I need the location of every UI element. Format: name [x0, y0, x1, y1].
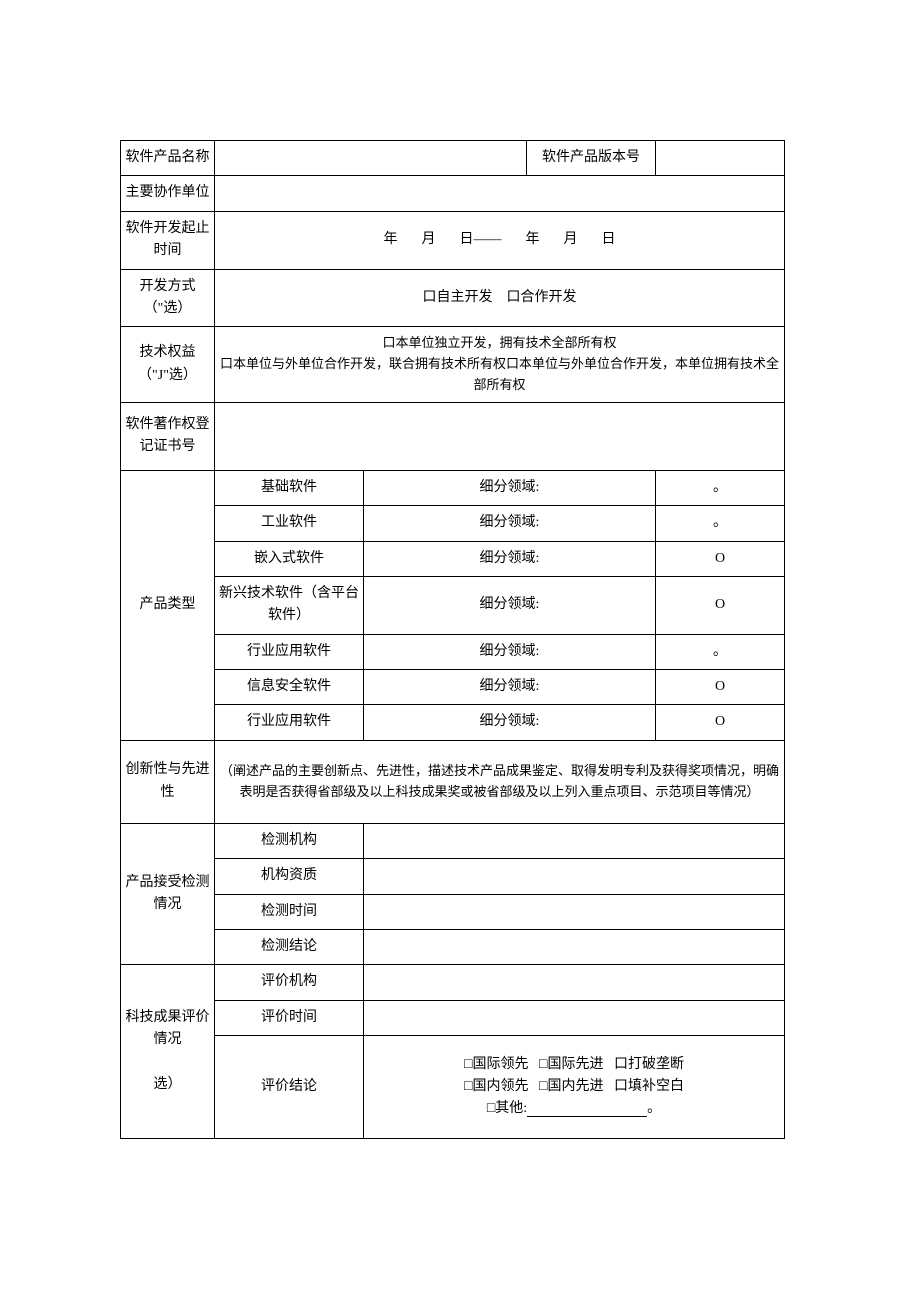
row-eval-3: 评价结论 □国际领先 □国际先进 口打破垄断 □国内领先 □国内先进 口填补空白… [121, 1036, 785, 1139]
checkbox-fill-gap[interactable]: 口填补空白 [614, 1079, 684, 1094]
checkbox-other[interactable]: □其他: [487, 1101, 527, 1116]
checkbox-dom-lead[interactable]: □国内领先 [464, 1079, 528, 1094]
label-product-name: 软件产品名称 [121, 141, 215, 176]
eval-result-field[interactable]: □国际领先 □国际先进 口打破垄断 □国内领先 □国内先进 口填补空白 □其他:… [364, 1036, 785, 1139]
detect-org-label: 检测机构 [215, 823, 364, 858]
subfield-4: 细分领域: [364, 576, 656, 634]
row-ptype-1: 产品类型 基础软件 细分领域: 。 [121, 470, 785, 505]
mark-4: O [656, 576, 785, 634]
mark-3: O [656, 541, 785, 576]
ptype-7: 行业应用软件 [215, 705, 364, 740]
mark-7: O [656, 705, 785, 740]
mark-6: O [656, 670, 785, 705]
detect-qual-field[interactable] [364, 859, 785, 894]
mark-5: 。 [656, 634, 785, 669]
ptype-4: 新兴技术软件（含平台软件） [215, 576, 364, 634]
eval-org-label: 评价机构 [215, 965, 364, 1000]
row-ptype-2: 工业软件 细分领域: 。 [121, 506, 785, 541]
row-ptype-6: 信息安全软件 细分领域: O [121, 670, 785, 705]
row-eval-1: 科技成果评价情况 选） 评价机构 [121, 965, 785, 1000]
row-partner: 主要协作单位 [121, 176, 785, 211]
field-innovation[interactable]: （阐述产品的主要创新点、先进性，描述技术产品成果鉴定、取得发明专利及获得奖项情况… [215, 740, 785, 823]
row-dev-mode: 开发方式（"选） 口自主开发 口合作开发 [121, 269, 785, 327]
ptype-3: 嵌入式软件 [215, 541, 364, 576]
row-ptype-5: 行业应用软件 细分领域: 。 [121, 634, 785, 669]
mark-2: 。 [656, 506, 785, 541]
label-version: 软件产品版本号 [527, 141, 656, 176]
row-eval-2: 评价时间 [121, 1000, 785, 1035]
other-input[interactable] [527, 1102, 647, 1117]
subfield-6: 细分领域: [364, 670, 656, 705]
row-dev-period: 软件开发起止时间 年月日——年月日 [121, 211, 785, 269]
eval-org-field[interactable] [364, 965, 785, 1000]
eval-result-label: 评价结论 [215, 1036, 364, 1139]
label-copyright: 软件著作权登记证书号 [121, 402, 215, 470]
checkbox-dom-adv[interactable]: □国内先进 [539, 1079, 603, 1094]
label-dev-mode: 开发方式（"选） [121, 269, 215, 327]
ptype-2: 工业软件 [215, 506, 364, 541]
checkbox-break-monopoly[interactable]: 口打破垄断 [614, 1057, 684, 1072]
detect-org-field[interactable] [364, 823, 785, 858]
subfield-2: 细分领域: [364, 506, 656, 541]
field-product-name[interactable] [215, 141, 527, 176]
ptype-6: 信息安全软件 [215, 670, 364, 705]
form-table: 软件产品名称 软件产品版本号 主要协作单位 软件开发起止时间 年月日——年月日 … [120, 140, 785, 1139]
row-detect-4: 检测结论 [121, 930, 785, 965]
ptype-5: 行业应用软件 [215, 634, 364, 669]
label-tech-rights: 技术权益（"J"选） [121, 327, 215, 402]
label-dev-period: 软件开发起止时间 [121, 211, 215, 269]
label-partner: 主要协作单位 [121, 176, 215, 211]
label-detection: 产品接受检测情况 [121, 823, 215, 965]
eval-time-label: 评价时间 [215, 1000, 364, 1035]
field-dev-period[interactable]: 年月日——年月日 [215, 211, 785, 269]
field-version[interactable] [656, 141, 785, 176]
detect-time-label: 检测时间 [215, 894, 364, 929]
subfield-5: 细分领域: [364, 634, 656, 669]
field-tech-rights[interactable]: 口本单位独立开发，拥有技术全部所有权 口本单位与外单位合作开发，联合拥有技术所有… [215, 327, 785, 402]
row-detect-2: 机构资质 [121, 859, 785, 894]
field-dev-mode[interactable]: 口自主开发 口合作开发 [215, 269, 785, 327]
field-copyright[interactable] [215, 402, 785, 470]
detect-result-field[interactable] [364, 930, 785, 965]
ptype-1: 基础软件 [215, 470, 364, 505]
row-detect-1: 产品接受检测情况 检测机构 [121, 823, 785, 858]
label-evaluation: 科技成果评价情况 选） [121, 965, 215, 1139]
row-innovation: 创新性与先进性 （阐述产品的主要创新点、先进性，描述技术产品成果鉴定、取得发明专… [121, 740, 785, 823]
detect-result-label: 检测结论 [215, 930, 364, 965]
row-tech-rights: 技术权益（"J"选） 口本单位独立开发，拥有技术全部所有权 口本单位与外单位合作… [121, 327, 785, 402]
subfield-7: 细分领域: [364, 705, 656, 740]
checkbox-intl-adv[interactable]: □国际先进 [539, 1057, 603, 1072]
field-partner[interactable] [215, 176, 785, 211]
subfield-3: 细分领域: [364, 541, 656, 576]
label-product-type: 产品类型 [121, 470, 215, 740]
label-innovation: 创新性与先进性 [121, 740, 215, 823]
row-ptype-7: 行业应用软件 细分领域: O [121, 705, 785, 740]
mark-1: 。 [656, 470, 785, 505]
subfield-1: 细分领域: [364, 470, 656, 505]
row-copyright: 软件著作权登记证书号 [121, 402, 785, 470]
checkbox-self-dev[interactable]: 口自主开发 [423, 290, 493, 305]
row-detect-3: 检测时间 [121, 894, 785, 929]
row-ptype-3: 嵌入式软件 细分领域: O [121, 541, 785, 576]
detect-qual-label: 机构资质 [215, 859, 364, 894]
row-product-name: 软件产品名称 软件产品版本号 [121, 141, 785, 176]
row-ptype-4: 新兴技术软件（含平台软件） 细分领域: O [121, 576, 785, 634]
checkbox-intl-lead[interactable]: □国际领先 [464, 1057, 528, 1072]
eval-time-field[interactable] [364, 1000, 785, 1035]
checkbox-coop-dev[interactable]: 口合作开发 [507, 290, 577, 305]
detect-time-field[interactable] [364, 894, 785, 929]
